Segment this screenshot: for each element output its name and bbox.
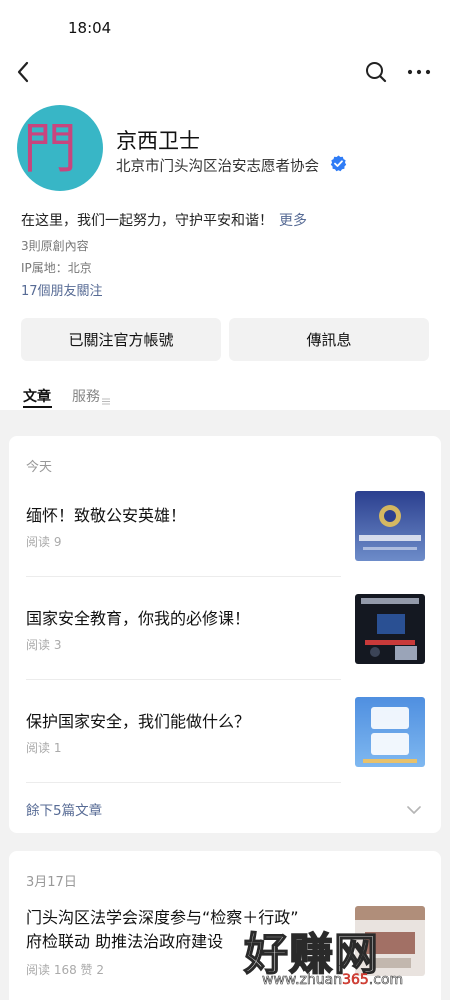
more-options-icon[interactable]: [404, 58, 434, 86]
group-date: 3月17日: [26, 875, 77, 890]
article-thumbnail: [355, 594, 425, 664]
tab-articles[interactable]: 文章: [23, 386, 51, 406]
watermark-url-part: .com: [368, 972, 404, 989]
account-name: 京西卫士: [116, 129, 200, 153]
status-bar: 18:04: [0, 0, 450, 56]
watermark-url-part: www.zhuan: [262, 972, 343, 989]
remaining-articles-link[interactable]: 餘下5篇文章: [26, 799, 102, 819]
avatar-logo-text: 門: [23, 117, 77, 180]
article-item[interactable]: 保护国家安全，我们能做什么？ 阅读 1: [9, 692, 441, 795]
article-title: 缅怀！致敬公安英雄！: [26, 506, 187, 525]
active-tab-indicator: [23, 406, 52, 408]
group-date: 今天: [26, 460, 53, 475]
article-divider: [26, 576, 341, 577]
article-divider: [26, 782, 341, 783]
article-title: 国家安全教育，你我的必修课！: [26, 609, 251, 628]
account-bio: 在这里，我们一起努力，守护平安和谐！ 更多: [21, 210, 307, 230]
menu-lines-icon: [102, 393, 110, 405]
site-watermark: 好赚网 www.zhuan365.com: [240, 918, 445, 994]
article-title-line-2: 府检联动 助推法治政府建设: [26, 932, 224, 951]
tab-services[interactable]: 服務: [72, 386, 110, 406]
article-item[interactable]: 国家安全教育，你我的必修课！ 阅读 3: [9, 589, 441, 692]
verified-badge-icon: [330, 155, 347, 172]
watermark-url: www.zhuan365.com: [262, 972, 404, 989]
article-read-count: 阅读 168 赞 2: [26, 963, 104, 977]
search-icon[interactable]: [362, 58, 390, 86]
article-title: 保护国家安全，我们能做什么？: [26, 712, 251, 731]
bio-more-link[interactable]: 更多: [279, 213, 307, 229]
ip-location: IP属地：北京: [21, 261, 92, 275]
send-message-button[interactable]: 傳訊息: [229, 318, 429, 361]
tab-services-label: 服務: [72, 389, 100, 405]
bio-text: 在这里，我们一起努力，守护平安和谐！: [21, 213, 273, 229]
article-divider: [26, 679, 341, 680]
article-read-count: 阅读 9: [26, 535, 62, 549]
back-icon[interactable]: [12, 58, 38, 86]
status-time: 18:04: [68, 19, 112, 37]
friends-following-link[interactable]: 17個朋友關注: [21, 280, 103, 299]
followed-button[interactable]: 已關注官方帳號: [21, 318, 221, 361]
avatar[interactable]: 門: [17, 105, 103, 191]
chevron-down-icon[interactable]: [407, 801, 421, 814]
article-item[interactable]: 缅怀！致敬公安英雄！ 阅读 9: [9, 486, 441, 589]
article-read-count: 阅读 3: [26, 638, 62, 652]
article-thumbnail: [355, 491, 425, 561]
original-content-count: 3則原創內容: [21, 239, 89, 253]
top-nav: [0, 52, 450, 92]
article-group-card: 今天 缅怀！致敬公安英雄！ 阅读 9 国家安全教育，你我的必修课！ 阅读 3 保…: [9, 436, 441, 833]
account-organization: 北京市门头沟区治安志愿者协会: [116, 159, 319, 175]
account-profile: 門 京西卫士 北京市门头沟区治安志愿者协会 在这里，我们一起努力，守护平安和谐！…: [0, 100, 450, 410]
article-read-count: 阅读 1: [26, 741, 62, 755]
article-thumbnail: [355, 697, 425, 767]
watermark-url-accent: 365: [342, 972, 369, 989]
